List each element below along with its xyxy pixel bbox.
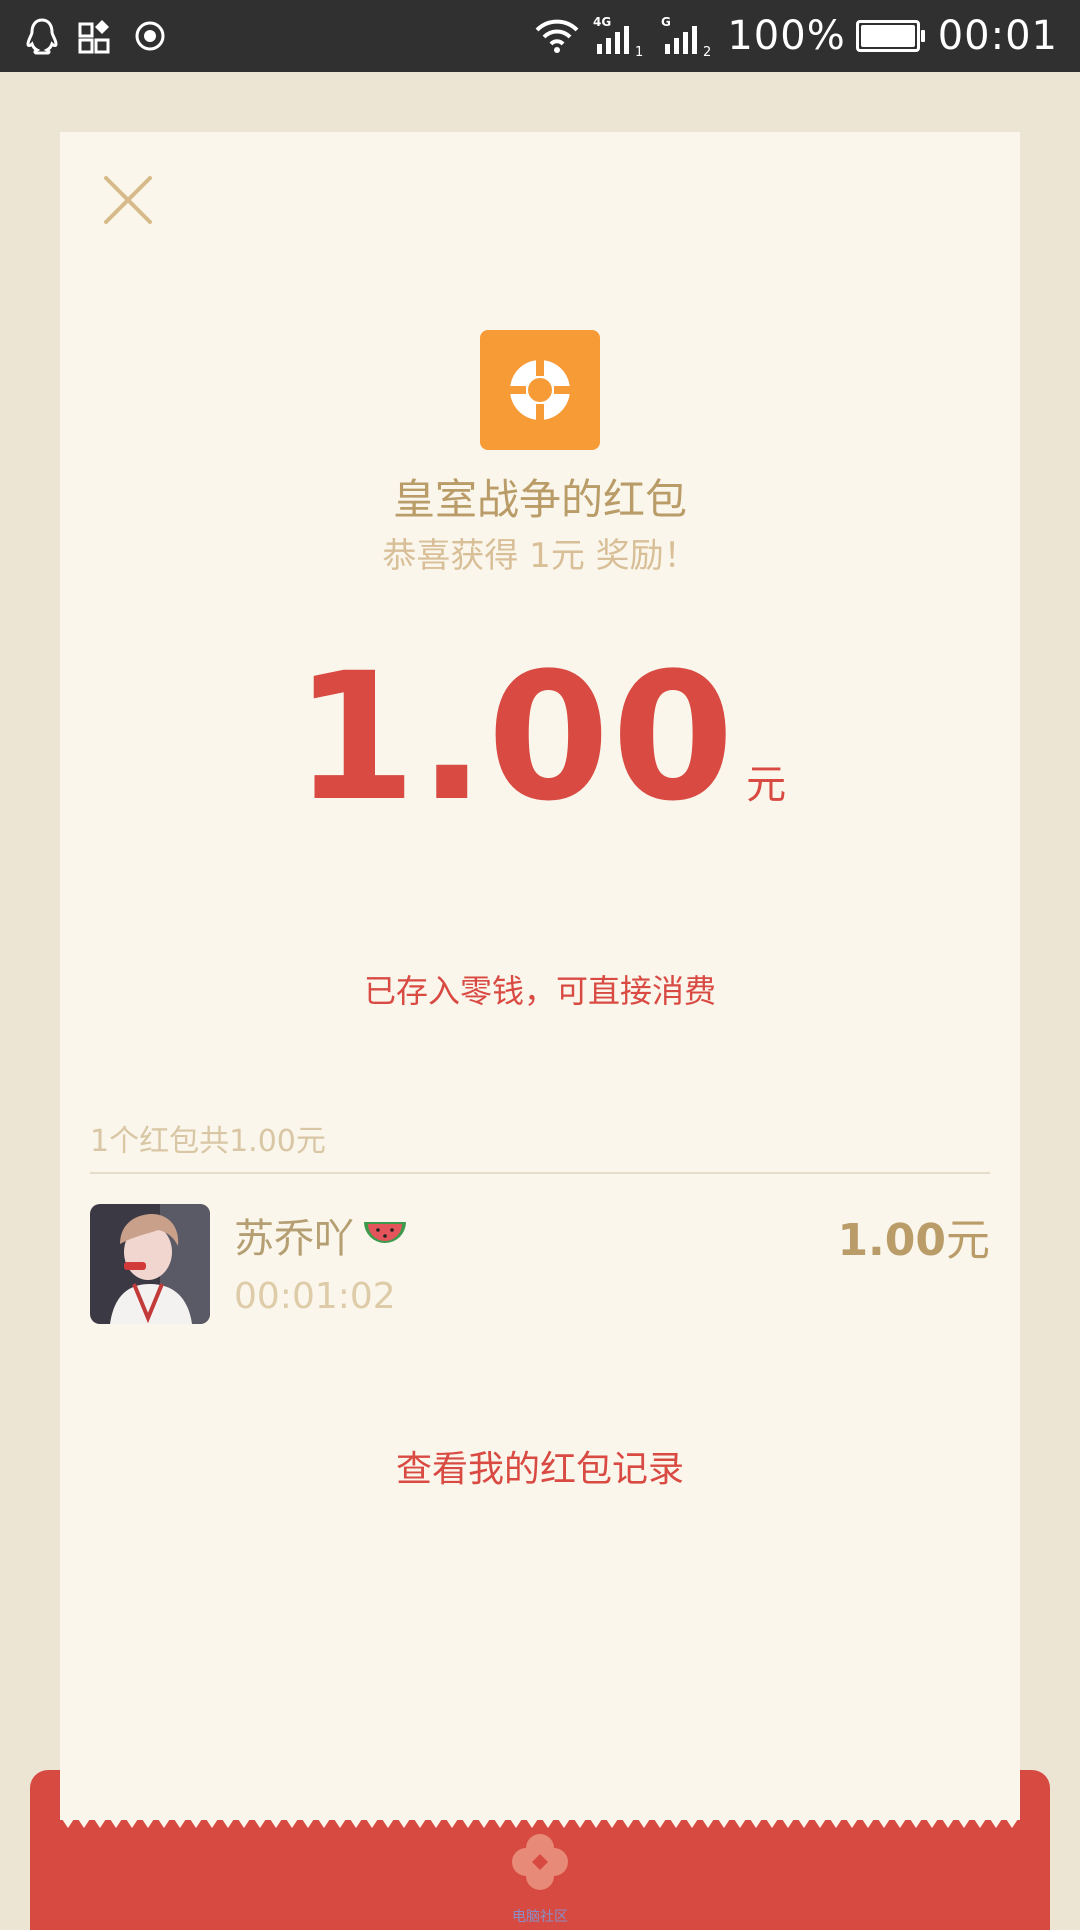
entry-name: 苏乔吖 [234, 1206, 410, 1264]
flower-logo-icon [512, 1834, 568, 1890]
battery-percent: 100% [727, 13, 846, 59]
watermelon-icon [364, 1222, 406, 1243]
sim-1-label: 1 [635, 45, 643, 58]
wifi-icon [535, 19, 579, 53]
close-icon[interactable] [100, 172, 156, 228]
record-icon [135, 21, 165, 51]
entry-name-text: 苏乔吖 [234, 1216, 354, 1262]
envelope-caption: 电脑社区 [512, 1909, 568, 1925]
network-1-label: 4G [593, 15, 611, 29]
penguin-icon [26, 18, 58, 55]
avatar[interactable] [90, 1204, 210, 1324]
battery-fill [860, 25, 915, 47]
entry-amount: 1.00元 [837, 1204, 990, 1268]
entry-amount-unit: 元 [946, 1215, 990, 1266]
sim-2-label: 2 [703, 45, 711, 58]
view-records-link[interactable]: 查看我的红包记录 [60, 1440, 1020, 1492]
amount-unit: 元 [746, 762, 787, 808]
list-item[interactable]: 苏乔吖 00:01:02 1.00元 [90, 1204, 990, 1324]
entry-time: 00:01:02 [234, 1276, 396, 1317]
amount-display: 1.00 元 [60, 650, 1020, 826]
amount-note: 已存入零钱，可直接消费 [363, 972, 716, 1010]
network-2-label: G [661, 15, 671, 29]
signal-4g-icon: 4G 1 [593, 15, 643, 58]
signal-g-icon: G 2 [661, 15, 711, 58]
card-zigzag-edge [60, 1816, 1020, 1828]
apps-icon [78, 20, 110, 54]
battery-icon [855, 20, 925, 52]
packet-summary: 1个红包共1.00元 [90, 1124, 326, 1159]
game-logo-icon [480, 330, 600, 450]
packet-subtitle: 恭喜获得 1元 奖励！ [382, 536, 698, 576]
clock: 00:01 [937, 13, 1058, 59]
status-bar: 4G 1 G 2 100% 00:01 [0, 0, 1080, 72]
divider [90, 1172, 990, 1174]
amount-value: 1.00 [293, 635, 737, 840]
red-packet-detail-card: 皇室战争的红包 恭喜获得 1元 奖励！ 1.00 元 已存入零钱，可直接消费 1个… [60, 132, 1020, 1820]
entry-amount-value: 1.00 [837, 1215, 946, 1266]
packet-title: 皇室战争的红包 [392, 475, 687, 524]
